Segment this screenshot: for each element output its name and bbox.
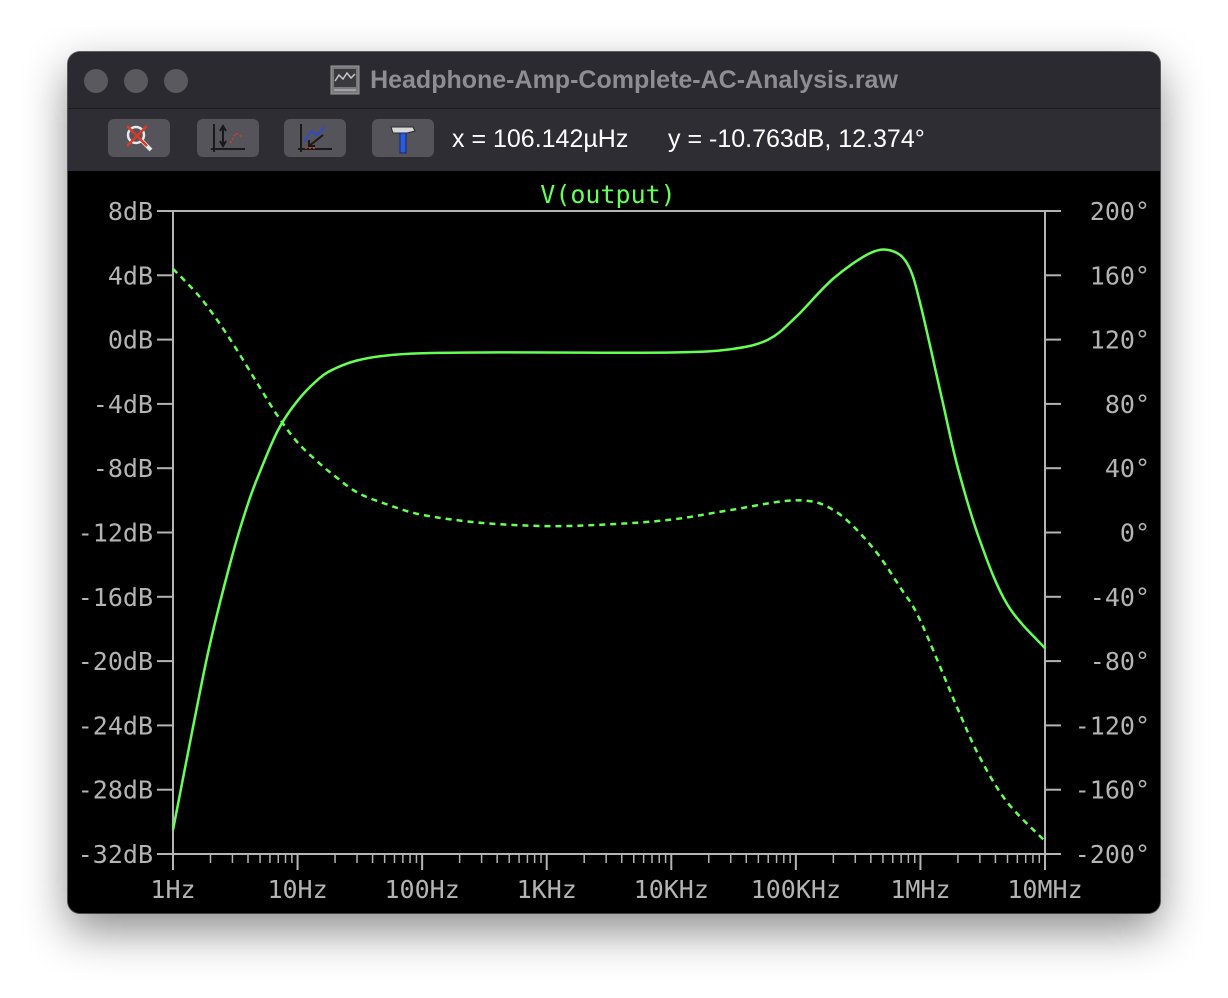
y2-tick-label: -40°: [1090, 583, 1150, 612]
y2-tick-label: -120°: [1075, 711, 1150, 740]
traces: [171, 248, 1046, 842]
y-tick-label: -4dB: [93, 390, 153, 419]
y2-tick-label: -160°: [1075, 776, 1150, 805]
x-tick-label: 10MHz: [1007, 875, 1082, 904]
y-tick-label: -28dB: [78, 776, 153, 805]
y-tick-label: -32dB: [78, 840, 153, 869]
y2-tick-label: 120°: [1090, 326, 1150, 355]
x-tick-label: 10KHz: [634, 875, 709, 904]
y2-tick-label: -200°: [1075, 840, 1150, 869]
x-tick-label: 1MHz: [890, 875, 950, 904]
axes: 8dB 4dB 0dB -4dB -8dB -12dB -16dB -20dB -24dB -28…: [78, 197, 1150, 904]
zoom-cancel-button[interactable]: [108, 119, 170, 157]
title-wrap: Headphone-Amp-Complete-AC-Analysis.raw: [68, 62, 1160, 98]
y2-tick-label: 80°: [1105, 390, 1150, 419]
zoom-cancel-icon: [126, 125, 153, 152]
y-tick-label: 8dB: [108, 197, 153, 226]
plot-area[interactable]: V(output) 8dB 4dB 0dB -4dB -8dB -12dB -16dB -20…: [68, 171, 1160, 913]
autorange-icon: [211, 124, 245, 152]
x-tick-label: 100KHz: [751, 875, 841, 904]
waveform-file-icon: [330, 65, 360, 95]
magnitude-trace: [171, 248, 1046, 831]
y2-tick-label: 40°: [1105, 454, 1150, 483]
x-tick-label: 1KHz: [517, 875, 577, 904]
y2-tick-label: -80°: [1090, 647, 1150, 676]
title-bar: Headphone-Amp-Complete-AC-Analysis.raw: [68, 52, 1160, 109]
chart-title: V(output): [540, 180, 675, 209]
cursor-y-readout: y = -10.763dB, 12.374°: [668, 125, 925, 153]
y-tick-label: 4dB: [108, 261, 153, 290]
hammer-button[interactable]: [372, 119, 434, 157]
x-tick-label: 100Hz: [385, 875, 460, 904]
y-tick-label: -20dB: [78, 647, 153, 676]
bode-plot[interactable]: V(output) 8dB 4dB 0dB -4dB -8dB -12dB -16dB -20…: [68, 171, 1160, 913]
y-tick-label: -8dB: [93, 454, 153, 483]
y2-tick-label: 160°: [1090, 261, 1150, 290]
hammer-icon: [390, 126, 416, 154]
autorange-button[interactable]: [197, 119, 259, 157]
toolbar: x = 106.142µHz y = -10.763dB, 12.374°: [68, 109, 1160, 171]
cursor-x-readout: x = 106.142µHz: [452, 125, 629, 153]
y2-tick-label: 200°: [1090, 197, 1150, 226]
x-tick-label: 10Hz: [267, 875, 327, 904]
plot-window: Headphone-Amp-Complete-AC-Analysis.raw x…: [68, 52, 1160, 913]
y-tick-label: -12dB: [78, 519, 153, 548]
x-tick-label: 1Hz: [150, 875, 195, 904]
y-tick-label: -24dB: [78, 711, 153, 740]
plot-frame: [172, 210, 1046, 855]
zoom-back-button[interactable]: [284, 119, 346, 157]
window-title: Headphone-Amp-Complete-AC-Analysis.raw: [370, 65, 898, 94]
y-tick-label: -16dB: [78, 583, 153, 612]
zoom-back-icon: [298, 124, 332, 152]
y2-tick-label: 0°: [1120, 519, 1150, 548]
phase-trace: [172, 268, 1046, 842]
y-tick-label: 0dB: [108, 326, 153, 355]
